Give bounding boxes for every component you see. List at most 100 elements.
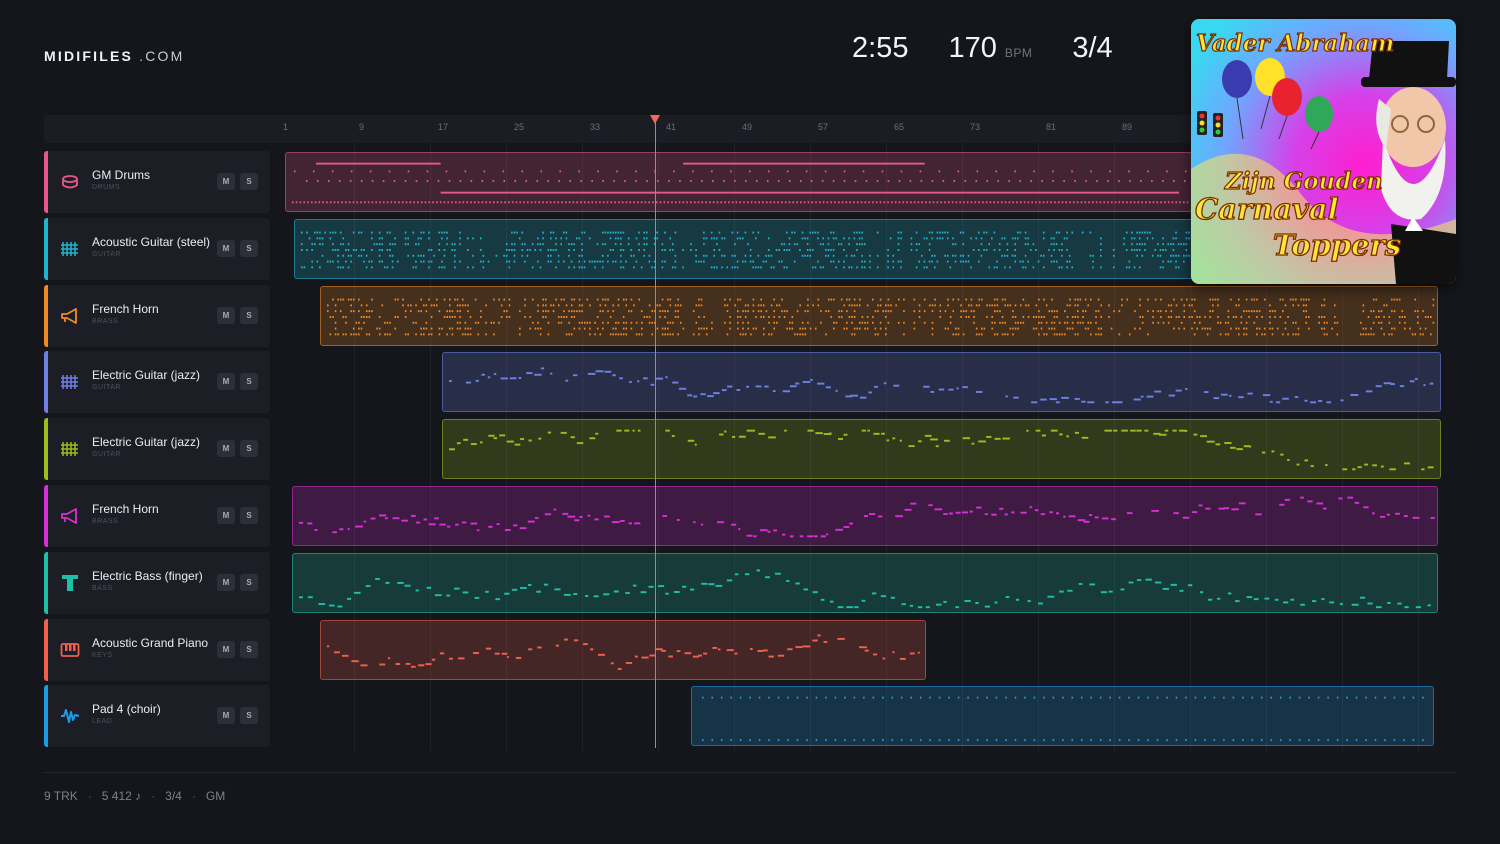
mute-button[interactable]: M <box>217 573 235 591</box>
track-color-stripe <box>44 418 48 481</box>
track-category: BRASS <box>92 317 119 325</box>
time-readout: 2:55 <box>852 32 909 64</box>
track-header[interactable]: Electric Guitar (jazz) GUITAR M S <box>44 351 270 414</box>
track-header[interactable]: Acoustic Guitar (steel) GUITAR M S <box>44 217 270 280</box>
midi-clip[interactable] <box>320 285 1438 346</box>
track-color-stripe <box>44 485 48 547</box>
midi-clip[interactable] <box>442 352 1441 413</box>
ruler-tick-label: 33 <box>590 122 601 132</box>
footer-summary: 9 TRK · 5 412 ♪ · 3/4 · GM <box>44 789 225 803</box>
waveform-icon <box>60 706 80 726</box>
mute-button[interactable]: M <box>217 373 235 391</box>
horn-icon <box>60 306 80 326</box>
ruler-tick-label: 81 <box>1046 122 1057 132</box>
track-color-stripe <box>44 351 48 414</box>
playhead-handle[interactable] <box>650 115 660 124</box>
footer-separator: · <box>191 789 196 803</box>
track-category: DRUMS <box>92 184 121 191</box>
solo-button[interactable]: S <box>240 707 258 725</box>
track-color-stripe <box>44 151 48 213</box>
album-title-line2: Carnaval <box>1195 192 1339 226</box>
solo-button[interactable]: S <box>240 173 258 190</box>
ruler-tick-label: 73 <box>970 122 981 132</box>
footer-separator: · <box>151 789 156 803</box>
track-name: French Horn <box>92 301 159 316</box>
track-header[interactable]: French Horn BRASS M S <box>44 284 270 347</box>
track-category: BRASS <box>92 518 119 525</box>
footer-divider <box>44 772 1456 773</box>
mute-button[interactable]: M <box>217 640 235 658</box>
track-header[interactable]: Electric Bass (finger) BASS M S <box>44 551 270 614</box>
clip-notes <box>298 569 1431 608</box>
solo-button[interactable]: S <box>240 640 258 658</box>
midi-clip[interactable] <box>292 552 1438 613</box>
brand-suffix: .COM <box>139 48 185 64</box>
ruler-tick-label: 9 <box>359 122 365 132</box>
footer-meter: 3/4 <box>165 789 182 803</box>
solo-button[interactable]: S <box>240 373 258 391</box>
ruler-tick-label: 89 <box>1122 122 1133 132</box>
brand-name: MIDIFILES <box>44 48 134 64</box>
midi-clip[interactable] <box>285 152 1195 212</box>
tempo-unit: BPM <box>1004 46 1033 60</box>
album-artist: Vader Abraham <box>1196 30 1394 57</box>
clip-notes <box>298 496 1435 538</box>
track-color-stripe <box>44 618 48 681</box>
track-name: Acoustic Guitar (steel) <box>92 234 211 249</box>
midi-clip[interactable] <box>292 486 1438 546</box>
piano-icon <box>60 640 80 660</box>
track-header[interactable]: Electric Guitar (jazz) GUITAR M S <box>44 418 270 481</box>
midi-clip[interactable] <box>320 619 926 680</box>
solo-button[interactable]: S <box>240 239 258 257</box>
track-header[interactable]: Pad 4 (choir) LEAD M S <box>44 685 270 748</box>
mute-button[interactable]: M <box>217 440 235 458</box>
clip-notes <box>326 298 1435 335</box>
mute-button[interactable]: M <box>217 173 235 190</box>
track-color-stripe <box>44 551 48 614</box>
tempo-readout: 170 <box>948 32 997 64</box>
midi-clip[interactable] <box>294 218 1195 279</box>
bass-icon <box>60 573 80 593</box>
ruler-tick-label: 25 <box>514 122 525 132</box>
midi-clip[interactable] <box>691 686 1434 747</box>
mute-button[interactable]: M <box>217 239 235 257</box>
track-category: BASS <box>92 584 113 592</box>
album-title-line1: Zijn Gouden <box>1224 168 1383 195</box>
solo-button[interactable]: S <box>240 440 258 458</box>
track-name: French Horn <box>92 502 159 516</box>
track-name: Acoustic Grand Piano <box>92 635 209 650</box>
track-header[interactable]: Acoustic Grand Piano KEYS M S <box>44 618 270 681</box>
footer-standard: GM <box>205 789 226 803</box>
track-name: Electric Bass (finger) <box>92 568 203 583</box>
playhead[interactable] <box>655 118 656 748</box>
track-category: GUITAR <box>92 451 121 459</box>
clip-notes <box>291 162 1189 204</box>
transport-stats: 2:55 170 BPM 3/4 <box>852 32 1113 65</box>
clip-notes <box>701 697 1424 742</box>
solo-button[interactable]: S <box>240 507 258 524</box>
track-header[interactable]: GM Drums DRUMS M S <box>44 151 270 213</box>
track-name: GM Drums <box>92 168 150 182</box>
track-category: GUITAR <box>92 250 121 258</box>
ruler-tick-label: 57 <box>818 122 829 132</box>
track-header[interactable]: French Horn BRASS M S <box>44 485 270 547</box>
track-category: KEYS <box>92 651 113 659</box>
mute-button[interactable]: M <box>217 306 235 324</box>
mute-button[interactable]: M <box>217 707 235 725</box>
track-name: Pad 4 (choir) <box>92 702 161 717</box>
solo-button[interactable]: S <box>240 306 258 324</box>
drum-icon <box>60 172 80 192</box>
clip-notes <box>326 634 920 670</box>
track-name: Electric Guitar (jazz) <box>92 435 201 450</box>
ruler-tick-label: 65 <box>894 122 905 132</box>
horn-icon <box>60 506 80 526</box>
ruler-tick-label: 17 <box>438 122 449 132</box>
solo-button[interactable]: S <box>240 573 258 591</box>
ruler-tick-label: 41 <box>666 122 677 132</box>
album-title-line3: Toppers <box>1273 228 1401 262</box>
mute-button[interactable]: M <box>217 507 235 524</box>
clip-notes <box>300 231 1190 269</box>
footer-note-count: 5 412 ♪ <box>101 789 142 803</box>
ruler-tick-label: 1 <box>283 122 289 132</box>
midi-clip[interactable] <box>442 419 1441 480</box>
